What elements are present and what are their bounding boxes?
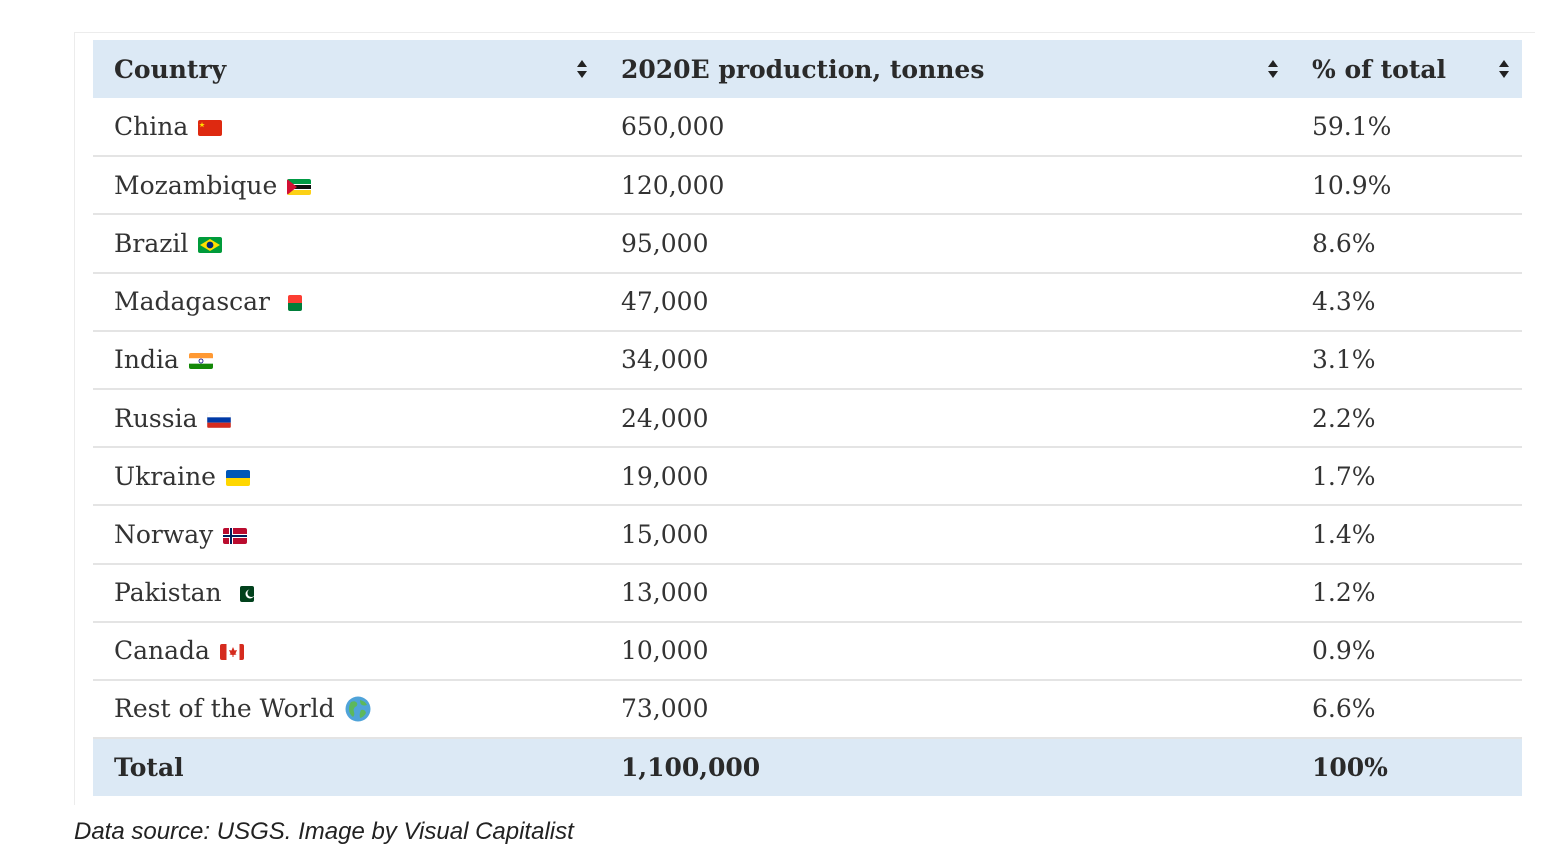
sort-icon[interactable] [576,59,588,79]
percent-cell: 4.3% [1312,287,1376,317]
country-cell: India [93,331,600,389]
column-header-label: % of total [1312,54,1447,84]
country-cell: Rest of the World [93,680,600,738]
percent-cell: 2.2% [1312,403,1376,433]
total-label: Total [114,753,184,783]
china-flag-icon [198,120,223,137]
country-name: Canada [114,636,210,666]
table-row: Russia 24,000 2.2% [93,389,1522,448]
caption: Data source: USGS. Image by Visual Capit… [74,818,574,845]
percent-cell: 8.6% [1312,228,1376,258]
country-cell: China [93,98,600,156]
india-flag-icon [188,353,213,370]
column-header-country[interactable]: Country [93,40,600,98]
production-cell: 19,000 [621,461,709,491]
table-row: China 650,000 59.1% [93,98,1522,157]
production-cell: 95,000 [621,228,709,258]
country-cell: Pakistan [93,564,600,622]
canada-flag-icon [219,644,244,661]
russia-flag-icon [207,411,232,428]
country-name: Russia [114,403,198,433]
production-cell: 10,000 [621,636,709,666]
production-cell: 47,000 [621,287,709,317]
sort-icon[interactable] [1498,59,1510,79]
norway-flag-icon [223,527,248,544]
country-cell: Russia [93,389,600,447]
country-cell: Norway [93,505,600,563]
globe-icon [345,696,371,722]
production-cell: 34,000 [621,345,709,375]
production-table: Country 2020E production, tonnes % of to… [93,40,1522,797]
percent-cell: 0.9% [1312,636,1376,666]
production-cell: 73,000 [621,694,709,724]
pakistan-flag-icon [239,586,254,603]
percent-cell: 1.4% [1312,519,1376,549]
percent-cell: 1.7% [1312,461,1376,491]
country-name: Ukraine [114,461,216,491]
country-name: India [114,345,179,375]
country-cell: Ukraine [93,447,600,505]
country-name: China [114,112,189,142]
country-name: Pakistan [114,578,222,608]
table-row: Canada 10,000 0.9% [93,622,1522,680]
country-name: Rest of the World [114,694,335,724]
ukraine-flag-icon [225,469,250,486]
percent-cell: 1.2% [1312,578,1376,608]
production-cell: 120,000 [621,170,725,200]
column-header-label: Country [114,54,227,84]
percent-cell: 6.6% [1312,694,1376,724]
country-name: Madagascar [114,287,271,317]
table-row: India 34,000 3.1% [93,331,1522,389]
total-row: Total 1,100,000 100% [93,738,1522,797]
total-production: 1,100,000 [621,753,761,783]
sort-icon[interactable] [1267,59,1279,79]
table-row: Brazil 95,000 8.6% [93,214,1522,273]
production-cell: 24,000 [621,403,709,433]
total-percent: 100% [1312,753,1388,783]
brazil-flag-icon [198,236,223,253]
percent-cell: 59.1% [1312,112,1392,142]
table-body: China 650,000 59.1% Mozambique 120,000 10.9% B… [93,98,1522,739]
country-cell: Madagascar [93,273,600,331]
country-cell: Brazil [93,214,600,272]
country-name: Mozambique [114,170,278,200]
production-cell: 15,000 [621,519,709,549]
table-row: Rest of the World 73,000 6.6% [93,680,1522,739]
table-row: Pakistan 13,000 1.2% [93,564,1522,622]
country-cell: Canada [93,622,600,680]
percent-cell: 3.1% [1312,345,1376,375]
percent-cell: 10.9% [1312,170,1392,200]
mozambique-flag-icon [287,178,312,195]
country-cell: Mozambique [93,156,600,214]
table-row: Norway 15,000 1.4% [93,505,1522,564]
table-row: Ukraine 19,000 1.7% [93,447,1522,506]
column-header-percent[interactable]: % of total [1291,40,1522,98]
page: Country 2020E production, tonnes % of to… [0,0,1556,866]
column-header-label: 2020E production, tonnes [621,54,985,84]
production-cell: 13,000 [621,578,709,608]
table-row: Madagascar 47,000 4.3% [93,273,1522,331]
table-row: Mozambique 120,000 10.9% [93,156,1522,215]
madagascar-flag-icon [288,295,303,312]
country-name: Brazil [114,228,189,258]
country-name: Norway [114,519,214,549]
production-cell: 650,000 [621,112,725,142]
header-row: Country 2020E production, tonnes % of to… [93,40,1522,98]
column-header-production[interactable]: 2020E production, tonnes [600,40,1291,98]
